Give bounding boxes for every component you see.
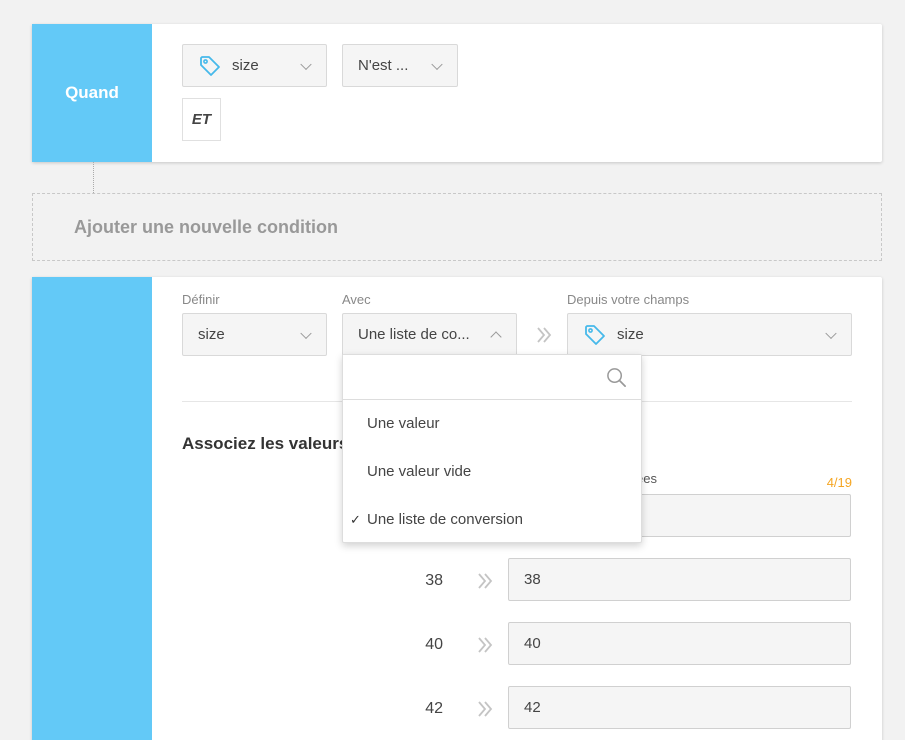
mapping-source-value: 38 bbox=[425, 572, 443, 589]
condition-card: Quand size N'est ... ET bbox=[32, 24, 882, 162]
tag-icon bbox=[200, 55, 220, 76]
condition-field-value: size bbox=[232, 57, 259, 74]
from-value: size bbox=[617, 326, 644, 343]
dropdown-option-une-liste-de-conversion[interactable]: ✓ Une liste de conversion bbox=[343, 497, 641, 543]
mapping-target-input[interactable]: 38 bbox=[508, 558, 851, 601]
mapping-source-value: 42 bbox=[425, 700, 443, 717]
condition-operator-select[interactable]: N'est ... bbox=[342, 44, 458, 87]
define-select[interactable]: size bbox=[182, 313, 327, 356]
define-value: size bbox=[198, 326, 225, 343]
condition-field-select[interactable]: size bbox=[182, 44, 327, 87]
with-dropdown-menu: Une valeur Une valeur vide ✓ Une liste d… bbox=[342, 354, 642, 543]
tag-icon bbox=[585, 324, 605, 345]
chevron-down-icon bbox=[300, 327, 312, 339]
and-connector[interactable]: ET bbox=[182, 98, 221, 141]
with-value: Une liste de co... bbox=[358, 326, 470, 343]
mapping-target-input[interactable]: 40 bbox=[508, 622, 851, 665]
search-icon[interactable] bbox=[606, 367, 627, 388]
double-chevron-right-icon bbox=[537, 327, 552, 343]
dropdown-option-label: Une valeur vide bbox=[367, 463, 472, 480]
from-select[interactable]: size bbox=[567, 313, 852, 356]
double-chevron-right-icon bbox=[478, 701, 493, 717]
chevron-up-icon bbox=[490, 330, 502, 343]
with-label: Avec bbox=[342, 292, 371, 307]
connector-line bbox=[93, 162, 94, 193]
action-side bbox=[32, 277, 152, 740]
chevron-down-icon bbox=[431, 58, 443, 70]
dropdown-option-label: Une valeur bbox=[367, 415, 440, 432]
mapping-target-value: 42 bbox=[524, 699, 541, 716]
mapping-counter: 4/19 bbox=[826, 475, 852, 490]
double-chevron-right-icon bbox=[478, 637, 493, 653]
add-condition-button[interactable]: Ajouter une nouvelle condition bbox=[32, 193, 882, 261]
mapping-target-value: 40 bbox=[524, 635, 541, 652]
condition-side-label: Quand bbox=[32, 24, 152, 162]
check-icon: ✓ bbox=[350, 512, 361, 527]
with-select[interactable]: Une liste de co... bbox=[342, 313, 517, 356]
dropdown-search bbox=[343, 355, 641, 400]
chevron-down-icon bbox=[825, 327, 837, 339]
double-chevron-right-icon bbox=[478, 573, 493, 589]
dropdown-option-une-valeur-vide[interactable]: Une valeur vide bbox=[343, 449, 641, 495]
chevron-down-icon bbox=[300, 58, 312, 70]
mapping-target-input[interactable]: 42 bbox=[508, 686, 851, 729]
dropdown-search-input[interactable] bbox=[343, 355, 598, 399]
dropdown-option-une-valeur[interactable]: Une valeur bbox=[343, 401, 641, 447]
dropdown-option-label: Une liste de conversion bbox=[367, 511, 523, 528]
mapping-source-value: 40 bbox=[425, 636, 443, 653]
define-label: Définir bbox=[182, 292, 220, 307]
from-label: Depuis votre champs bbox=[567, 292, 690, 307]
condition-operator-value: N'est ... bbox=[358, 57, 409, 74]
map-title: Associez les valeurs bbox=[182, 434, 349, 453]
mapping-target-value: 38 bbox=[524, 571, 541, 588]
add-condition-label: Ajouter une nouvelle condition bbox=[74, 216, 339, 237]
